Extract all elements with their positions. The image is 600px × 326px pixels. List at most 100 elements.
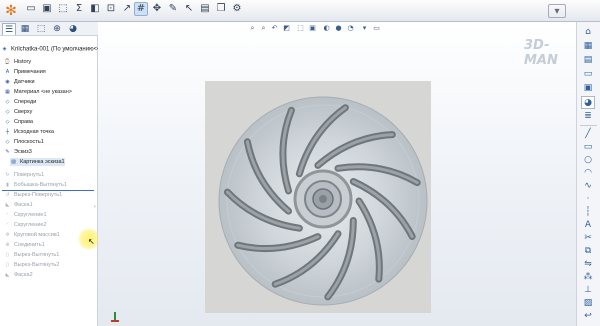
annotation-icon: A xyxy=(5,68,10,75)
display-style-icon[interactable]: ▣ xyxy=(308,24,317,33)
rectangle-icon[interactable]: ▭ xyxy=(581,141,595,154)
centerline-icon[interactable]: ┆ xyxy=(581,206,595,219)
offset-icon[interactable]: ⧉ xyxy=(581,245,595,258)
feature-manager-tab[interactable]: ☰ xyxy=(2,23,16,35)
sketch-picture[interactable] xyxy=(205,81,431,313)
tree-item[interactable]: ▦ Материал <не указан> xyxy=(4,88,72,96)
tree-item-label: Фаска2 xyxy=(14,272,33,278)
tree-item[interactable]: ◇ Сверху xyxy=(4,108,33,116)
tree-item[interactable]: ◣ Фаска2 xyxy=(4,271,33,279)
solidworks-logo[interactable]: ✻ xyxy=(0,0,22,22)
tree-item-label: Соединить1 xyxy=(14,242,45,248)
point-icon[interactable]: · xyxy=(581,193,595,206)
tree-item[interactable]: ▯ Вырез-Вытянуть2 xyxy=(4,261,59,269)
tree-item-label: Вырез-Вытянуть1 xyxy=(14,252,60,258)
options-icon[interactable]: ⊡ xyxy=(104,2,118,16)
save-icon[interactable]: ▣ xyxy=(40,2,54,16)
custom-properties-icon[interactable]: ≣ xyxy=(581,110,595,123)
section-view-icon[interactable]: ◩ xyxy=(282,24,291,33)
tree-item[interactable]: ◜ Скругление1 xyxy=(4,211,47,219)
home-icon[interactable]: ⌂ xyxy=(581,26,595,39)
part-icon: ◈ xyxy=(2,46,7,52)
file-explorer-icon[interactable]: ▭ xyxy=(581,68,595,81)
mouse-cursor-icon: ↖ xyxy=(88,237,95,246)
open-icon[interactable]: ▭ xyxy=(24,2,38,16)
rollback-bar[interactable] xyxy=(2,190,94,191)
tree-item[interactable]: ◇ Справа xyxy=(4,118,33,126)
tree-item-label: Исходная точка xyxy=(14,129,54,135)
circle-icon[interactable]: ○ xyxy=(581,154,595,167)
separator xyxy=(580,125,597,126)
cursor-icon[interactable]: ↖ xyxy=(182,2,196,16)
sensor-icon: ◉ xyxy=(5,78,10,85)
pencil-icon[interactable]: ✎ xyxy=(166,2,180,16)
part-root[interactable]: ◈ Krilchatka-001 (По умолчанию<<П xyxy=(1,46,105,53)
line-icon[interactable]: ╱ xyxy=(581,128,595,141)
monitor-icon[interactable]: ▭ xyxy=(372,24,381,33)
graphics-area[interactable]: ⌕ ⌕ ↶ ◩ ⬚ ▣ ◐ ● ◔ ▾ ▭ 3D-MAN xyxy=(98,22,576,326)
dimxpert-tab[interactable]: ⊕ xyxy=(50,23,64,35)
tree-item-label: Повернуть1 xyxy=(14,172,45,178)
tree-item[interactable]: ⌚ History xyxy=(4,58,31,66)
mirror-icon[interactable]: ⇋ xyxy=(581,258,595,271)
chamfer-icon: ◣ xyxy=(5,271,10,278)
hide-show-icon[interactable]: ◐ xyxy=(322,24,331,33)
settings-icon[interactable]: ⚙ xyxy=(230,2,244,16)
appearances-icon[interactable]: ◕ xyxy=(581,96,595,109)
scene-icon[interactable]: ◔ xyxy=(346,24,355,33)
tree-item[interactable]: ✎ Эскиз3 xyxy=(4,148,31,156)
text-icon[interactable]: A xyxy=(581,219,595,232)
copy-icon[interactable]: ❐ xyxy=(214,2,228,16)
material-icon: ▦ xyxy=(5,88,10,95)
tree-item[interactable]: ↻ Повернуть1 xyxy=(4,171,44,179)
exit-sketch-icon[interactable]: ↩ xyxy=(581,310,595,323)
zoom-fit-icon[interactable]: ⌕ xyxy=(248,24,257,33)
tree-item[interactable]: ⊕ Соединить1 xyxy=(4,241,45,249)
zoom-area-icon[interactable]: ⌕ xyxy=(259,24,268,33)
tree-item[interactable]: ◇ Спереди xyxy=(4,98,37,106)
tree-item-label: Справа xyxy=(14,119,33,125)
spline-icon[interactable]: ∿ xyxy=(581,180,595,193)
tree-item[interactable]: ▨ Картинка эскиза1 xyxy=(10,158,65,166)
view-settings-icon[interactable]: ▾ xyxy=(360,24,369,33)
box-icon[interactable]: ▤ xyxy=(198,2,212,16)
edit-appearance-icon[interactable]: ● xyxy=(334,24,343,33)
cut-extrude-icon: ▯ xyxy=(6,251,9,258)
tree-item[interactable]: ✲ Круговой массив1 xyxy=(4,231,59,239)
relations-icon[interactable]: ⊥ xyxy=(581,284,595,297)
tree-item[interactable]: ◇ Плоскость1 xyxy=(4,138,44,146)
grid-icon[interactable]: # xyxy=(134,2,148,16)
tree-item[interactable]: ↺ Вырез-Повернуть1 xyxy=(4,191,62,199)
arc-icon[interactable]: ◠ xyxy=(581,167,595,180)
tree-item[interactable]: ▯ Вырез-Вытянуть1 xyxy=(4,251,59,259)
sketch-picture-icon[interactable]: ▨ xyxy=(581,297,595,310)
tree-item[interactable]: ◜ Скругление2 xyxy=(4,221,47,229)
resources-icon[interactable]: ▦ xyxy=(581,40,595,53)
tree-item[interactable]: ┼ Исходная точка xyxy=(4,128,54,136)
design-library-icon[interactable]: ▤ xyxy=(581,54,595,67)
trim-icon[interactable]: ✂ xyxy=(581,232,595,245)
property-manager-tab[interactable]: ▦ xyxy=(18,23,32,35)
select-icon[interactable]: ⬚ xyxy=(56,2,70,16)
display-tab[interactable]: ◕ xyxy=(66,23,80,35)
plane-icon: ◇ xyxy=(5,108,10,115)
previous-view-icon[interactable]: ↶ xyxy=(270,24,279,33)
sigma-icon[interactable]: Σ xyxy=(72,2,86,16)
view-palette-icon[interactable]: ▣ xyxy=(581,82,595,95)
rebuild-icon[interactable]: ◧ xyxy=(88,2,102,16)
tree-item[interactable]: A Примечания xyxy=(4,68,46,76)
config-tab[interactable]: ⬚ xyxy=(34,23,48,35)
chamfer-icon: ◣ xyxy=(5,201,10,208)
window-icon[interactable]: ▾ xyxy=(548,4,566,18)
pattern-icon: ✲ xyxy=(5,231,10,238)
view-orientation-icon[interactable]: ⬚ xyxy=(296,24,305,33)
panel-tabs: ☰ ▦ ⬚ ⊕ ◕ xyxy=(0,22,98,36)
tree-item-label: Плоскость1 xyxy=(14,139,44,145)
pattern-icon[interactable]: ⁂ xyxy=(581,271,595,284)
tree-item[interactable]: ◉ Датчики xyxy=(4,78,34,86)
tree-item-label: Картинка эскиза1 xyxy=(20,159,65,165)
move-icon[interactable]: ✥ xyxy=(150,2,164,16)
tree-item[interactable]: ▮ Бобышка-Вытянуть1 xyxy=(4,181,67,189)
arrow-icon[interactable]: ↗ xyxy=(120,2,134,16)
tree-item[interactable]: ◣ Фаска1 xyxy=(4,201,33,209)
